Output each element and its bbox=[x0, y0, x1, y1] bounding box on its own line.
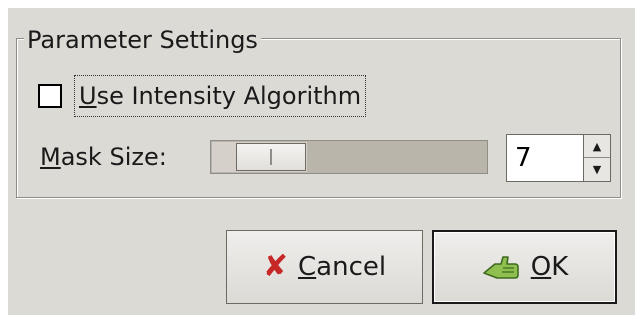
ok-label-text: K bbox=[551, 252, 569, 282]
ok-mnemonic: O bbox=[530, 252, 552, 282]
frame-title: Parameter Settings bbox=[24, 28, 261, 52]
intensity-checkbox-label[interactable]: Use Intensity Algorithm bbox=[74, 75, 367, 117]
mask-size-label: Mask Size: bbox=[40, 143, 167, 171]
spinbox-value[interactable]: 7 bbox=[515, 144, 532, 172]
mask-size-spinbox[interactable]: 7 ▲ ▼ bbox=[506, 134, 611, 182]
spin-down-icon[interactable]: ▼ bbox=[584, 158, 610, 181]
ok-button[interactable]: OK bbox=[432, 230, 617, 304]
intensity-checkbox[interactable] bbox=[38, 84, 62, 108]
mask-mnemonic: M bbox=[40, 143, 61, 171]
cancel-x-icon: ✘ bbox=[262, 249, 289, 284]
checkbox-mnemonic: U bbox=[79, 82, 97, 110]
ok-label: OK bbox=[531, 252, 569, 282]
intensity-checkbox-row[interactable]: Use Intensity Algorithm bbox=[38, 68, 367, 124]
cancel-button[interactable]: ✘ Cancel bbox=[226, 230, 423, 304]
mask-label-text: ask Size: bbox=[60, 143, 167, 171]
ok-hand-icon bbox=[482, 256, 519, 279]
cancel-mnemonic: C bbox=[298, 252, 317, 282]
spin-up-icon[interactable]: ▲ bbox=[584, 135, 610, 158]
cancel-label: Cancel bbox=[298, 252, 386, 282]
cancel-label-text: ancel bbox=[316, 252, 387, 282]
checkbox-label-text: se Intensity Algorithm bbox=[96, 82, 362, 110]
spinbox-buttons: ▲ ▼ bbox=[583, 135, 610, 181]
slider-thumb[interactable] bbox=[235, 143, 306, 171]
mask-size-slider[interactable] bbox=[210, 140, 488, 174]
